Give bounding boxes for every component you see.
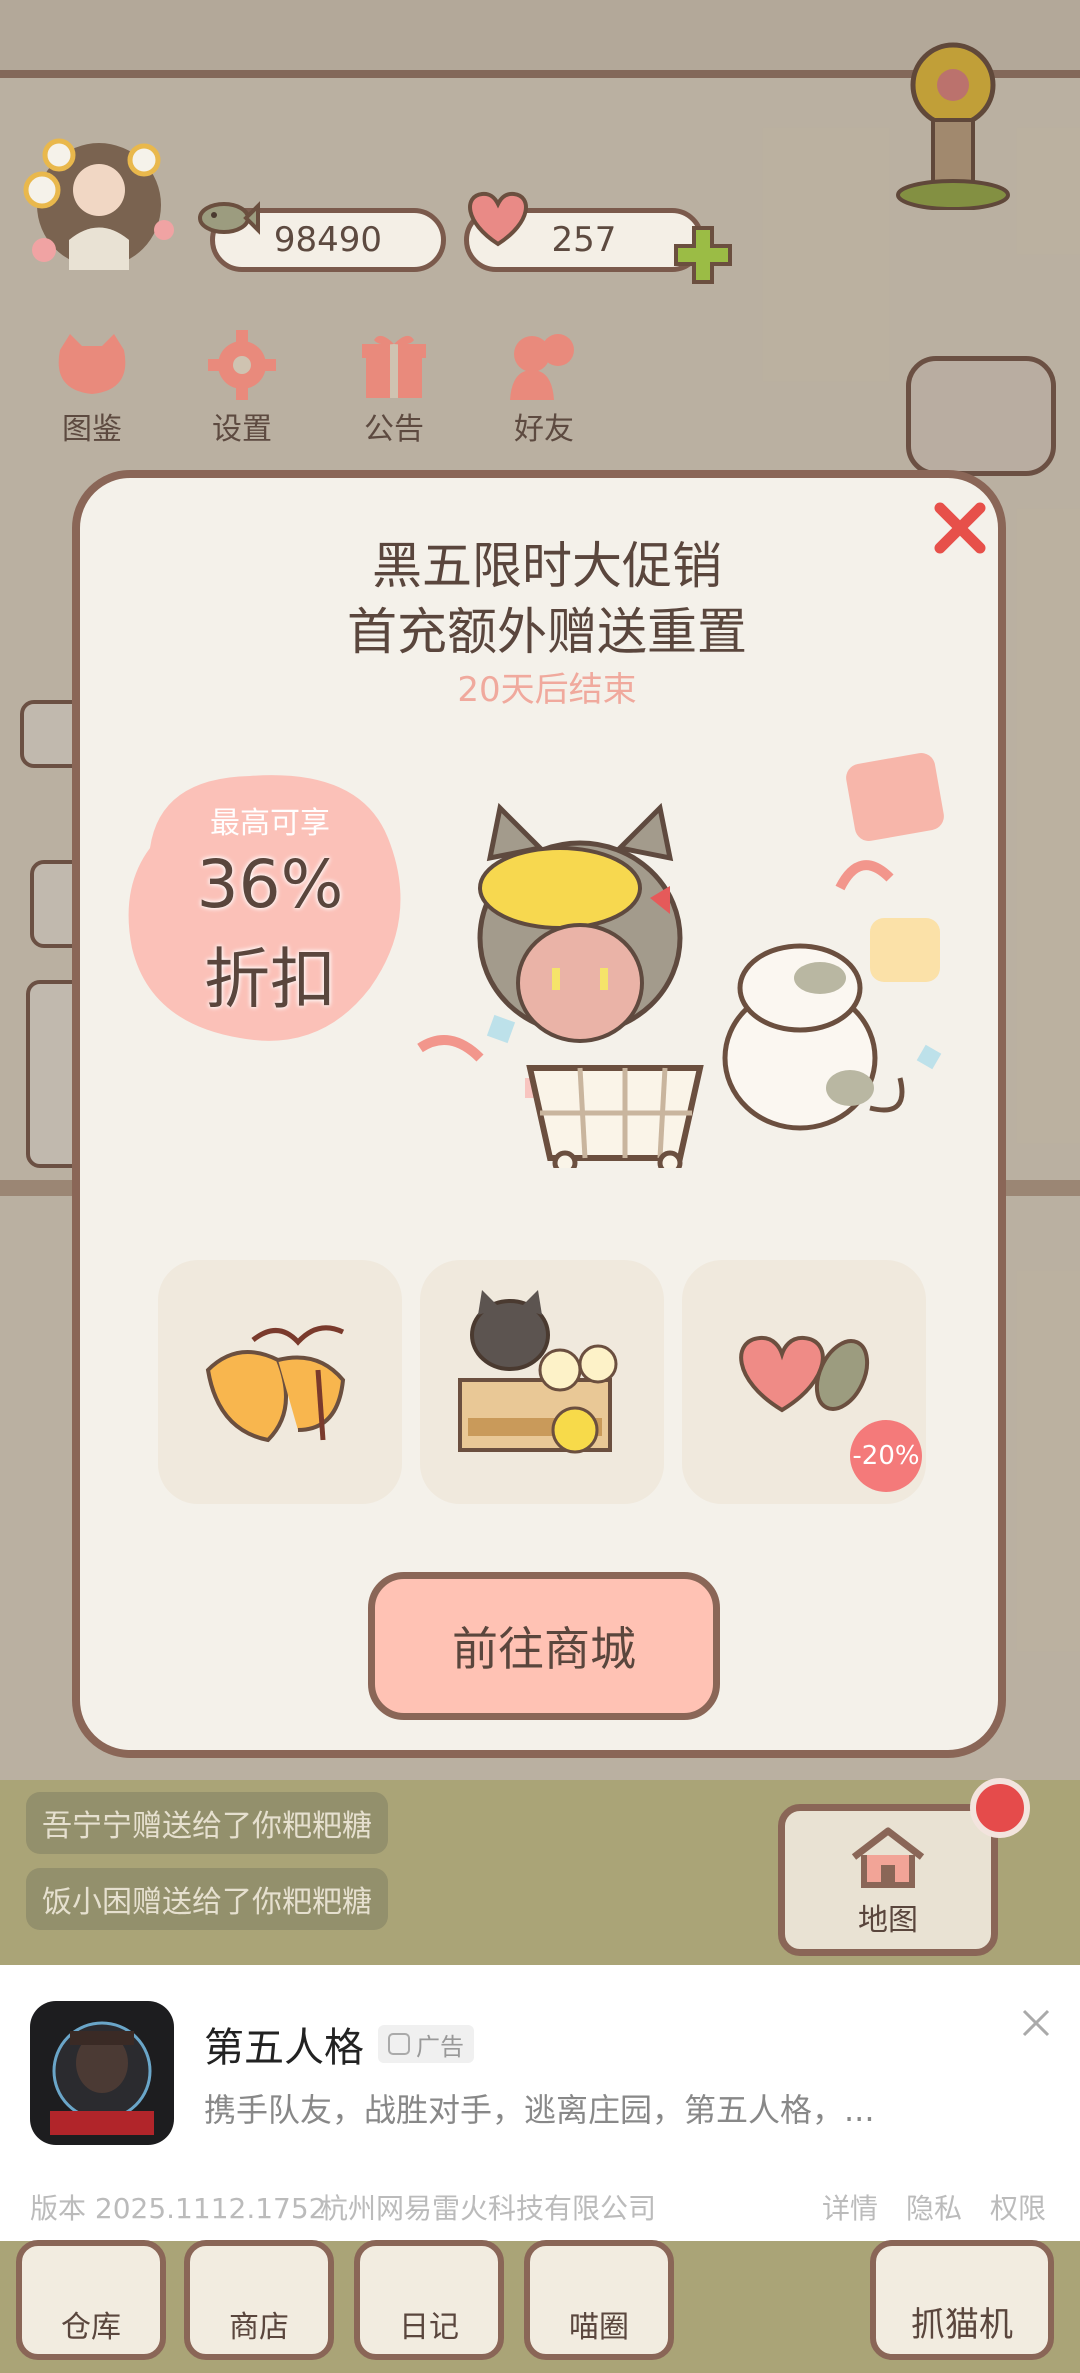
add-hearts-button[interactable] — [672, 224, 734, 286]
nav-warehouse[interactable]: 仓库 — [16, 2240, 166, 2360]
bell-ornament-icon — [205, 1325, 346, 1443]
badge-value: 36% — [196, 846, 344, 923]
promo-countdown: 20天后结束 — [457, 670, 637, 710]
nav-shop[interactable]: 商店 — [184, 2240, 334, 2360]
hud-label: 好友 — [514, 412, 574, 447]
reward-item-bell[interactable] — [158, 1260, 402, 1504]
ad-company: 杭州网易雷火科技有限公司 — [320, 2192, 657, 2225]
hud-label: 设置 — [212, 412, 272, 447]
gift-icon — [352, 330, 436, 400]
notification-dot — [970, 1778, 1030, 1838]
map-label: 地图 — [858, 1903, 918, 1938]
item-discount-badge: -20% — [850, 1420, 922, 1492]
map-button[interactable]: 地图 — [778, 1804, 998, 1956]
ad-badge-label: 广告 — [416, 2032, 464, 2061]
reward-item-currency-bundle[interactable]: -20% — [682, 1260, 926, 1504]
shopping-cat-illustration — [380, 738, 980, 1176]
coin-value: 98490 — [273, 220, 383, 260]
ad-badge: 广告 — [378, 2025, 474, 2063]
nav-label: 仓库 — [61, 2310, 121, 2345]
ad-description: 携手队友，战胜对手，逃离庄园，第五人格，... — [204, 2091, 875, 2129]
ad-version: 版本 2025.1112.1752 — [30, 2192, 327, 2225]
discount-badge: 最高可享 36% 折扣 — [120, 768, 420, 1048]
ad-mark-icon — [388, 2033, 410, 2055]
app-icon — [30, 2001, 174, 2145]
promo-dialog: 黑五限时大促销 首充额外赠送重置 20天后结束 最高可享 36% 折扣 -20%… — [72, 470, 1006, 1758]
nav-label: 抓猫机 — [911, 2305, 1013, 2345]
nav-label: 商店 — [229, 2310, 289, 2345]
nav-label: 日记 — [399, 2310, 459, 2345]
nav-diary[interactable]: 日记 — [354, 2240, 504, 2360]
hud-button-collection[interactable]: 图鉴 — [32, 330, 152, 448]
ad-link-details[interactable]: 详情 — [822, 2187, 878, 2227]
reward-item-cat-stand[interactable] — [420, 1260, 664, 1504]
ad-app-name: 第五人格 — [204, 2025, 364, 2071]
badge-bottom-text: 折扣 — [204, 941, 336, 1018]
nav-label: 喵圈 — [569, 2310, 629, 2345]
house-icon — [851, 1827, 925, 1888]
nav-claw-machine[interactable]: 抓猫机 — [870, 2240, 1054, 2360]
cat-lemonade-stand-icon — [458, 1290, 618, 1454]
friends-icon — [502, 330, 586, 400]
close-icon — [1022, 2009, 1050, 2037]
promo-title-line2: 首充额外赠送重置 — [347, 603, 747, 661]
gift-feed-message: 饭小困赠送给了你粑粑糖 — [26, 1868, 388, 1930]
go-to-shop-button[interactable]: 前往商城 — [368, 1572, 720, 1720]
ad-link-privacy[interactable]: 隐私 — [906, 2187, 962, 2227]
badge-top-text: 最高可享 — [210, 806, 330, 841]
cat-book-icon — [50, 330, 134, 400]
hud-button-announcement[interactable]: 公告 — [334, 330, 454, 448]
heart-icon — [460, 188, 536, 248]
gear-icon — [200, 330, 284, 400]
hud-button-friends[interactable]: 好友 — [484, 330, 604, 448]
fish-icon — [194, 190, 260, 246]
hud-label: 图鉴 — [62, 412, 122, 447]
ad-link-permissions[interactable]: 权限 — [990, 2187, 1046, 2227]
player-avatar[interactable] — [14, 120, 184, 290]
hud-button-settings[interactable]: 设置 — [182, 330, 302, 448]
gift-feed-message: 吾宁宁赠送给了你粑粑糖 — [26, 1792, 388, 1854]
ad-banner[interactable]: 第五人格 广告 携手队友，战胜对手，逃离庄园，第五人格，... 版本 2025.… — [0, 1965, 1080, 2241]
heart-value: 257 — [551, 220, 617, 260]
promo-title-line1: 黑五限时大促销 — [372, 537, 722, 595]
hud-label: 公告 — [364, 412, 424, 447]
nav-cat-circle[interactable]: 喵圈 — [524, 2240, 674, 2360]
ad-close-button[interactable] — [1018, 2005, 1054, 2041]
